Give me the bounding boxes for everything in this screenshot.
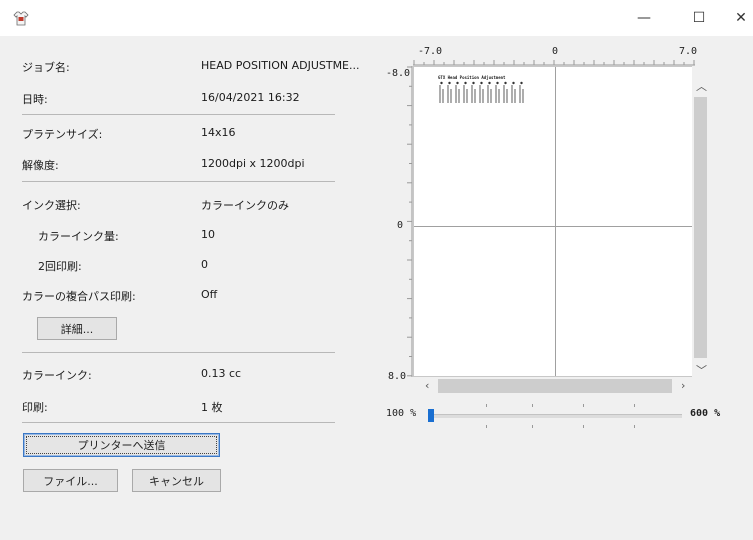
title-bar: — ☐ ✕: [0, 0, 753, 36]
print-image-thumbnail: GTX Head Position Adjustment: [426, 75, 534, 107]
zoom-slider[interactable]: [430, 414, 682, 418]
slider-tick: [532, 425, 533, 428]
scroll-right-arrow-icon[interactable]: ›: [681, 379, 685, 392]
cancel-button-label: キャンセル: [149, 474, 204, 488]
x-ruler: [413, 60, 695, 66]
scroll-down-arrow-icon[interactable]: ﹀: [696, 362, 707, 378]
slider-tick: [583, 404, 584, 407]
pattern-dot: [504, 81, 507, 85]
send-to-printer-button[interactable]: プリンターへ送信: [23, 433, 220, 457]
focus-ring: [26, 436, 217, 454]
zoom-max-label: 600 %: [690, 408, 721, 419]
pattern-dot: [448, 81, 451, 85]
divider: [22, 114, 335, 115]
x-ruler-label-right: 7.0: [679, 46, 698, 57]
horizontal-center-axis: [414, 226, 694, 227]
pattern-dot: [456, 81, 459, 85]
y-ruler-label-center: 0: [397, 220, 404, 231]
maximize-button[interactable]: ☐: [679, 0, 719, 36]
slider-tick: [583, 425, 584, 428]
details-button-label: 詳細...: [60, 322, 94, 336]
pattern-dot: [472, 81, 475, 85]
x-ruler-label-center: 0: [552, 46, 559, 57]
ink-select-label: インク選択:: [22, 199, 81, 212]
cancel-button[interactable]: キャンセル: [132, 469, 221, 492]
resolution-value: 1200dpi x 1200dpi: [201, 157, 305, 170]
pattern-dot: [480, 81, 483, 85]
slider-tick: [486, 425, 487, 428]
multipass-value: Off: [201, 288, 218, 301]
slider-tick: [634, 404, 635, 407]
datetime-value: 16/04/2021 16:32: [201, 91, 300, 104]
print-preview-canvas[interactable]: GTX Head Position Adjustment: [413, 66, 695, 377]
color-ink-amount-value: 10: [201, 228, 215, 241]
pattern-dot: [512, 81, 515, 85]
thumbnail-title: GTX Head Position Adjustment: [438, 75, 506, 80]
zoom-min-label: 100 %: [386, 408, 417, 419]
minimize-button[interactable]: —: [624, 0, 664, 36]
slider-tick: [486, 404, 487, 407]
job-name-label: ジョブ名:: [22, 61, 70, 74]
scroll-up-arrow-icon[interactable]: ︿: [696, 78, 707, 94]
close-button[interactable]: ✕: [721, 0, 753, 36]
x-ruler-label-left: -7.0: [418, 46, 443, 57]
scroll-left-arrow-icon[interactable]: ‹: [425, 379, 429, 392]
details-button[interactable]: 詳細...: [37, 317, 117, 340]
color-ink-usage-value: 0.13 cc: [201, 367, 242, 380]
vertical-scroll-thumb[interactable]: [694, 97, 707, 358]
job-name-value: HEAD POSITION ADJUSTME...: [201, 59, 360, 72]
color-ink-usage-label: カラーインク:: [22, 369, 92, 382]
divider: [22, 422, 335, 423]
resolution-label: 解像度:: [22, 159, 59, 172]
pattern-dot: [440, 81, 443, 85]
pattern-dot: [496, 81, 499, 85]
multipass-label: カラーの複合パス印刷:: [22, 290, 136, 303]
zoom-slider-thumb[interactable]: [428, 409, 434, 422]
print-count-value: 1 枚: [201, 401, 223, 414]
file-button[interactable]: ファイル...: [23, 469, 118, 492]
divider: [22, 181, 335, 182]
datetime-label: 日時:: [22, 93, 48, 106]
color-ink-amount-label: カラーインク量:: [38, 230, 119, 243]
tshirt-printer-icon: [13, 11, 29, 26]
file-button-label: ファイル...: [43, 474, 98, 488]
y-ruler-label-bottom: 8.0: [388, 371, 407, 382]
slider-tick: [634, 425, 635, 428]
pattern-dot: [520, 81, 523, 85]
y-ruler: [407, 66, 413, 377]
pattern-dot: [488, 81, 491, 85]
head-pattern-graphic: [439, 81, 524, 103]
vertical-center-axis: [555, 67, 556, 376]
platen-size-label: プラテンサイズ:: [22, 128, 103, 141]
ink-select-value: カラーインクのみ: [201, 199, 289, 212]
print-count-label: 印刷:: [22, 401, 48, 414]
platen-size-value: 14x16: [201, 126, 236, 139]
double-print-value: 0: [201, 258, 208, 271]
double-print-label: 2回印刷:: [38, 260, 82, 273]
pattern-dot: [464, 81, 467, 85]
horizontal-scroll-thumb[interactable]: [438, 379, 672, 393]
slider-tick: [532, 404, 533, 407]
divider: [22, 352, 335, 353]
